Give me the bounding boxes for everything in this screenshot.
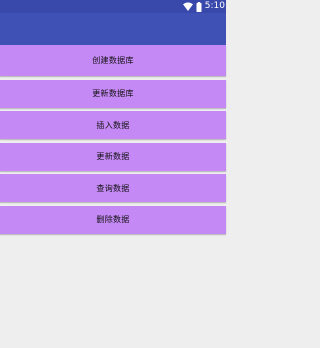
- status-icons: 5:10: [182, 0, 225, 13]
- update-data-button[interactable]: 更新数据: [0, 142, 226, 171]
- query-data-button[interactable]: 查询数据: [0, 174, 226, 203]
- battery-icon: [196, 1, 202, 12]
- delete-data-button[interactable]: 删除数据: [0, 205, 226, 234]
- insert-data-button[interactable]: 插入数据: [0, 111, 226, 140]
- app-bar: [0, 13, 226, 45]
- update-database-button[interactable]: 更新数据库: [0, 79, 226, 108]
- create-database-button[interactable]: 创建数据库: [0, 45, 226, 76]
- status-bar: 5:10: [0, 0, 226, 13]
- wifi-icon: [182, 2, 193, 11]
- button-list: 创建数据库 更新数据库 插入数据 更新数据 查询数据 删除数据: [0, 45, 226, 238]
- status-time: 5:10: [204, 1, 225, 11]
